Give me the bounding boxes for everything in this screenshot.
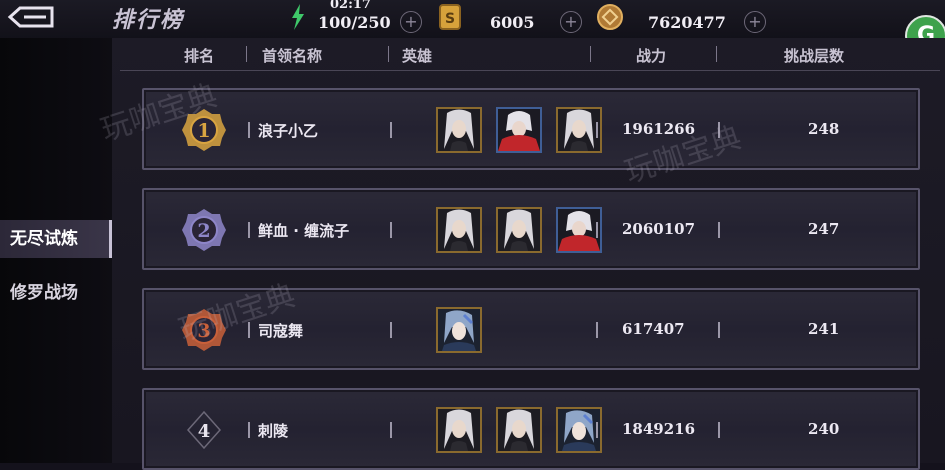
gold-resource: 7620477 + (596, 0, 776, 38)
hero-portrait-silver-hair-hero[interactable] (436, 407, 482, 453)
col-rank: 排名 (184, 47, 215, 65)
energy-timer: 02:17 (330, 0, 371, 12)
header-divider (246, 46, 247, 62)
row-divider (596, 422, 598, 438)
leader-name: 浪子小乙 (258, 122, 319, 140)
col-power: 战力 (636, 47, 667, 65)
col-leader: 首领名称 (262, 47, 323, 65)
row-divider (248, 122, 250, 138)
hero-portrait-silver-hair-hero[interactable] (496, 207, 542, 253)
rank-number: 3 (197, 320, 210, 342)
col-heroes: 英雄 (402, 47, 433, 65)
energy-value: 100/250 (318, 13, 391, 32)
coin-resource: S 6005 + (436, 0, 586, 38)
row-divider (248, 222, 250, 238)
row-divider (390, 122, 392, 138)
hero-portrait-silver-hair-hero[interactable] (496, 407, 542, 453)
rank-number: 2 (197, 220, 210, 242)
row-divider (390, 422, 392, 438)
gold-coin-icon (597, 4, 623, 30)
row-divider (596, 322, 598, 338)
table-header: 排名 首领名称 英雄 战力 挑战层数 (112, 38, 945, 71)
tab-shura-battlefield[interactable]: 修罗战场 (0, 274, 112, 312)
leader-name: 鲜血 · 缠流子 (258, 222, 350, 240)
energy-plus-button[interactable]: + (400, 11, 422, 33)
hero-portrait-blue-hair-hero[interactable] (436, 307, 482, 353)
coin-value: 6005 (490, 13, 535, 32)
table-row[interactable]: 4 刺陵 1849216 240 (142, 388, 920, 470)
row-divider (718, 422, 720, 438)
table-row[interactable]: 1 浪子小乙 1961266 248 (142, 88, 920, 170)
leader-name: 刺陵 (258, 422, 289, 440)
rank-medal-icon: 3 (182, 309, 226, 351)
tab-endless-trial[interactable]: 无尽试炼 (0, 220, 112, 258)
energy-resource: 02:17 100/250 + (288, 0, 428, 38)
rank-medal-icon: 2 (182, 209, 226, 251)
hero-portrait-silver-hair-hero[interactable] (436, 107, 482, 153)
power-value: 2060107 (622, 220, 696, 238)
power-value: 617407 (622, 320, 685, 338)
rank-number: 4 (198, 421, 211, 442)
coin-plus-button[interactable]: + (560, 11, 582, 33)
power-value: 1961266 (622, 120, 696, 138)
row-divider (390, 322, 392, 338)
row-divider (718, 122, 720, 138)
rank-number: 1 (197, 120, 210, 142)
hero-portrait-silver-hair-hero[interactable] (436, 207, 482, 253)
gold-plus-button[interactable]: + (744, 11, 766, 33)
leader-name: 司寇舞 (258, 322, 304, 340)
sidebar: 无尽试炼 修罗战场 (0, 38, 112, 463)
power-value: 1849216 (622, 420, 696, 438)
hero-portrait-red-scarf-hero[interactable] (496, 107, 542, 153)
rank-medal-icon: 1 (182, 109, 226, 151)
header-divider-line (120, 70, 940, 71)
floors-value: 248 (808, 120, 840, 138)
row-divider (718, 322, 720, 338)
floors-value: 240 (808, 420, 840, 438)
row-divider (596, 222, 598, 238)
floors-value: 241 (808, 320, 840, 338)
svg-text:S: S (445, 11, 455, 27)
row-divider (718, 222, 720, 238)
rank-medal-icon: 4 (186, 410, 222, 450)
table-row[interactable]: 3 司寇舞 617407 241 (142, 288, 920, 370)
col-floors: 挑战层数 (784, 47, 845, 65)
back-arrow-icon[interactable] (6, 4, 56, 30)
ranking-panel: 排名 首领名称 英雄 战力 挑战层数 1 浪子小乙 1961266 248 2 … (97, 38, 945, 470)
top-bar: 排行榜 02:17 100/250 + S 6005 + 7620477 + (0, 0, 945, 38)
row-divider (390, 222, 392, 238)
gold-value: 7620477 (648, 13, 726, 32)
header-divider (716, 46, 717, 62)
header-divider (388, 46, 389, 62)
lightning-icon (292, 4, 304, 30)
row-divider (248, 422, 250, 438)
row-divider (596, 122, 598, 138)
table-row[interactable]: 2 鲜血 · 缠流子 2060107 247 (142, 188, 920, 270)
floors-value: 247 (808, 220, 840, 238)
page-title: 排行榜 (112, 8, 185, 33)
row-divider (248, 322, 250, 338)
coin-card-icon: S (439, 4, 461, 30)
header-divider (590, 46, 591, 62)
